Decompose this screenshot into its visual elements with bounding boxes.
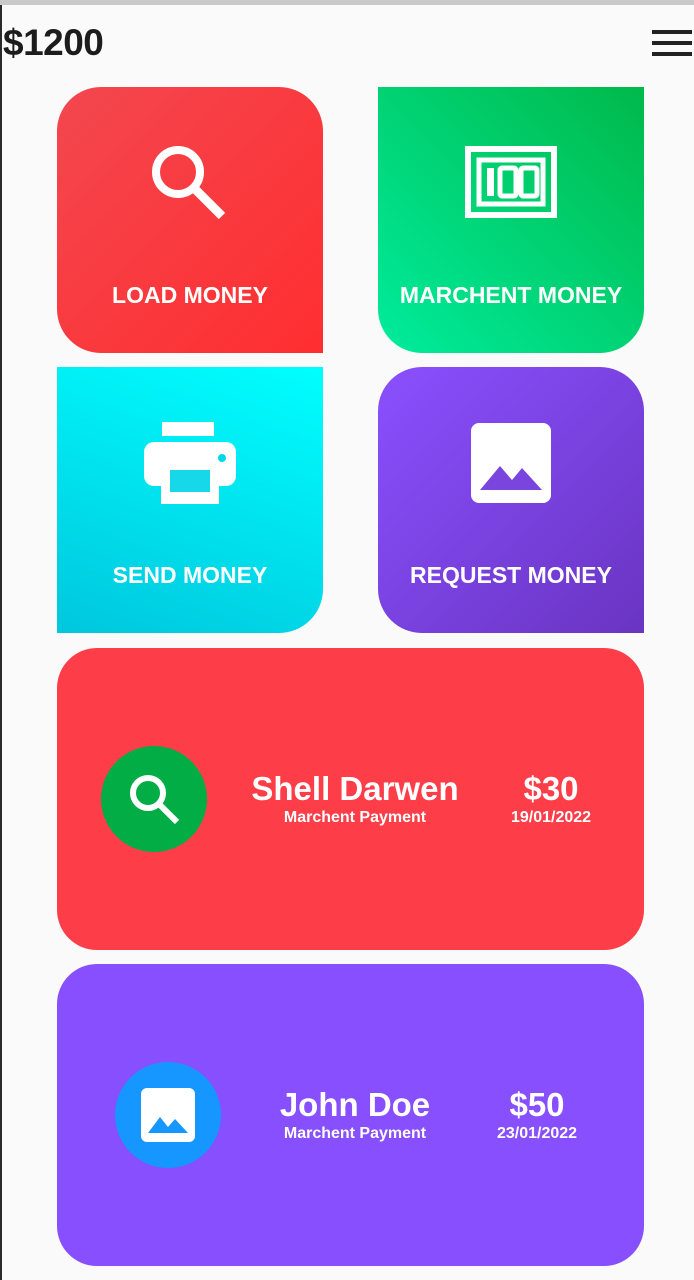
transaction-avatar: [115, 1062, 221, 1168]
transaction-date: 23/01/2022: [496, 1125, 578, 1142]
balance-amount: $1200: [3, 22, 104, 63]
marchent-money-label: MARCHENT MONEY: [399, 282, 623, 308]
image-icon: [378, 422, 644, 512]
load-money-tile[interactable]: LOAD MONEY: [57, 87, 323, 353]
transaction-card[interactable]: Shell Darwen Marchent Payment $30 19/01/…: [57, 648, 644, 950]
search-icon: [57, 142, 323, 232]
transaction-type: Marchent Payment: [283, 809, 427, 826]
marchent-money-tile[interactable]: MARCHENT MONEY: [378, 87, 644, 353]
status-bar-strip: [0, 0, 694, 5]
transaction-name: John Doe: [279, 1086, 431, 1123]
banknote-100-icon: [378, 142, 644, 232]
printer-icon: [57, 422, 323, 512]
request-money-label: REQUEST MONEY: [410, 562, 612, 588]
search-icon: [130, 775, 180, 825]
hamburger-menu-icon[interactable]: [650, 30, 692, 62]
transaction-type: Marchent Payment: [283, 1125, 427, 1142]
transaction-card[interactable]: John Doe Marchent Payment $50 23/01/2022: [57, 964, 644, 1266]
request-money-tile[interactable]: REQUEST MONEY: [378, 367, 644, 633]
load-money-label: LOAD MONEY: [112, 282, 268, 308]
transaction-date: 19/01/2022: [510, 809, 592, 826]
transaction-amount: $30: [523, 770, 579, 807]
transaction-name: Shell Darwen: [251, 770, 459, 807]
send-money-tile[interactable]: SEND MONEY: [57, 367, 323, 633]
transaction-avatar: [101, 746, 207, 852]
send-money-label: SEND MONEY: [112, 562, 268, 588]
image-icon: [141, 1088, 195, 1142]
transaction-amount: $50: [509, 1086, 565, 1123]
window-edge: [0, 5, 2, 1280]
